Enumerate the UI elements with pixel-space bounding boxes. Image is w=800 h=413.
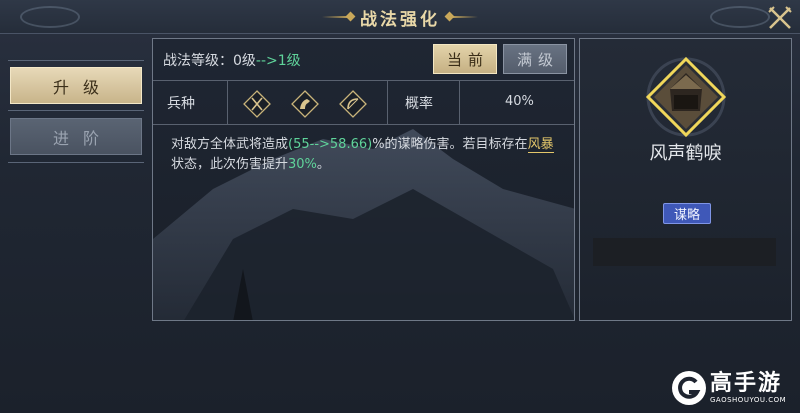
desc-text: 对敌方全体武将造成 xyxy=(171,137,289,152)
skill-description: 对敌方全体武将造成(55-->58.66)%的谋略伤害。若目标存在风暴状态，此次… xyxy=(171,135,563,175)
title-banner: 战法强化 xyxy=(310,4,490,30)
bow-archer-icon xyxy=(339,90,367,118)
crossed-swords-close-icon xyxy=(768,6,792,29)
level-row: 战法等级：0级-->1级 当前 满级 xyxy=(153,39,574,81)
skill-level-label: 战法等级： xyxy=(163,53,233,69)
skill-level-from: 0级 xyxy=(233,53,256,69)
desc-text: %的谋略伤害。若目标存在 xyxy=(372,137,528,152)
rate-label: 概率 xyxy=(405,96,433,112)
level-arrow: --> xyxy=(255,53,278,69)
damage-range-value: (55-->58.66) xyxy=(288,137,373,152)
skill-name: 风声鹤唳 xyxy=(649,143,722,164)
max-level-button[interactable]: 满级 xyxy=(503,44,567,74)
top-bar: 战法强化 xyxy=(0,0,800,34)
decor-swirl-right xyxy=(710,6,770,28)
nav-divider xyxy=(8,110,144,111)
decor-swirl-left xyxy=(20,6,80,28)
desc-text: 状态，此次伤害提升 xyxy=(171,157,289,172)
skill-card-panel: 风声鹤唳 谋略 xyxy=(579,38,792,321)
fortress-skill-icon[interactable] xyxy=(640,53,732,145)
desc-text: 。 xyxy=(316,157,330,172)
skill-level-text: 战法等级：0级-->1级 xyxy=(163,50,301,70)
watermark: 高手游 GAOSHOUYOU.COM xyxy=(672,368,786,408)
title-ornament-left xyxy=(322,16,350,18)
watermark-brand: 高手游 xyxy=(710,371,783,396)
watermark-url: GAOSHOUYOU.COM xyxy=(710,396,787,404)
page-title: 战法强化 xyxy=(360,9,440,30)
troop-rate-row: 兵种 概率 40% xyxy=(153,81,574,125)
game-screen: 战法强化 升级 进阶 战法等级：0级-->1级 当前 满级 兵种 概率 40% … xyxy=(0,0,800,413)
current-level-button[interactable]: 当前 xyxy=(433,44,497,74)
storm-keyword-link[interactable]: 风暴 xyxy=(527,137,554,153)
damage-bonus-value: 30% xyxy=(288,157,317,172)
nav-divider xyxy=(8,162,144,163)
upgrade-tab-button[interactable]: 升级 xyxy=(10,67,142,104)
cell-divider xyxy=(387,81,388,125)
nav-divider xyxy=(8,60,144,61)
close-button[interactable] xyxy=(766,4,794,32)
advance-tab-button[interactable]: 进阶 xyxy=(10,118,142,155)
cell-divider xyxy=(227,81,228,125)
skill-info-bar xyxy=(593,238,776,266)
cell-divider xyxy=(459,81,460,125)
skill-detail-panel: 战法等级：0级-->1级 当前 满级 兵种 概率 40% 对敌方全体武将造成(5… xyxy=(152,38,575,321)
skill-type-badge: 谋略 xyxy=(663,203,711,224)
watermark-text: 高手游 GAOSHOUYOU.COM xyxy=(710,371,787,405)
gaoshouyou-logo-icon xyxy=(672,371,706,405)
rate-value: 40% xyxy=(505,94,534,109)
horse-cavalry-icon xyxy=(291,90,319,118)
spear-cavalry-icon xyxy=(243,90,271,118)
title-ornament-right xyxy=(450,16,478,18)
skill-level-to: 1级 xyxy=(277,53,301,69)
left-nav: 升级 进阶 xyxy=(0,34,150,413)
troop-type-label: 兵种 xyxy=(167,96,195,112)
